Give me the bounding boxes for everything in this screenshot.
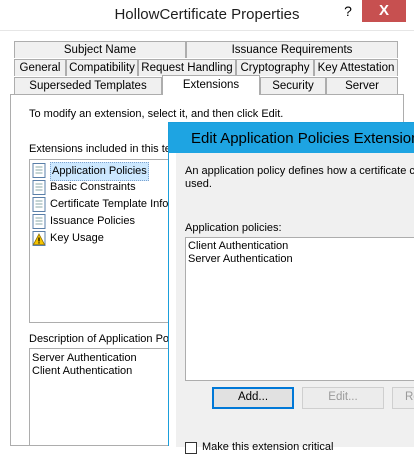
policy-item[interactable]: Server Authentication bbox=[188, 253, 293, 265]
tab-extensions[interactable]: Extensions bbox=[162, 75, 260, 95]
description-line: Server Authentication bbox=[32, 352, 137, 364]
edit-application-policies-dialog: Edit Application Policies Extension An a… bbox=[168, 122, 414, 454]
tab-superseded-templates[interactable]: Superseded Templates bbox=[14, 77, 162, 94]
dialog-title: Edit Application Policies Extension bbox=[191, 130, 414, 147]
dialog-description-line: An application policy defines how a cert… bbox=[185, 165, 414, 177]
warning-icon bbox=[32, 231, 46, 246]
close-button[interactable]: X bbox=[362, 0, 406, 22]
help-button[interactable]: ? bbox=[334, 0, 362, 22]
tab-key-attestation[interactable]: Key Attestation bbox=[314, 59, 398, 76]
tab-subject-name[interactable]: Subject Name bbox=[14, 41, 186, 58]
tab-server[interactable]: Server bbox=[326, 77, 398, 94]
edit-button[interactable]: Edit... bbox=[302, 387, 384, 409]
dialog-description-line: used. bbox=[185, 178, 212, 190]
dialog-body: An application policy defines how a cert… bbox=[176, 153, 414, 454]
add-button[interactable]: Add... bbox=[212, 387, 294, 409]
window-titlebar[interactable]: HollowCertificate Properties ? X bbox=[0, 0, 414, 31]
dialog-titlebar[interactable]: Edit Application Policies Extension bbox=[169, 123, 414, 153]
tab-issuance-requirements[interactable]: Issuance Requirements bbox=[186, 41, 398, 58]
tab-compatibility[interactable]: Compatibility bbox=[66, 59, 138, 76]
tab-cryptography[interactable]: Cryptography bbox=[236, 59, 314, 76]
description-line: Client Authentication bbox=[32, 365, 133, 377]
extension-item-label: Issuance Policies bbox=[50, 215, 135, 227]
document-icon bbox=[32, 163, 46, 178]
remove-button[interactable]: Re bbox=[392, 387, 414, 409]
tab-security[interactable]: Security bbox=[260, 77, 326, 94]
critical-checkbox[interactable] bbox=[185, 442, 197, 454]
application-policies-label: Application policies: bbox=[185, 222, 282, 234]
extension-item-label: Certificate Template Infor bbox=[50, 198, 173, 210]
extension-item-label: Key Usage bbox=[50, 232, 104, 244]
extensions-list-label: Extensions included in this te bbox=[29, 143, 171, 155]
application-policies-list[interactable]: Client Authentication Server Authenticat… bbox=[185, 237, 414, 381]
extension-item-label: Basic Constraints bbox=[50, 181, 136, 193]
instructions-text: To modify an extension, select it, and t… bbox=[29, 108, 284, 120]
description-label: Description of Application Pol bbox=[29, 333, 172, 345]
tab-request-handling[interactable]: Request Handling bbox=[138, 59, 236, 76]
document-icon bbox=[32, 214, 46, 229]
policy-item[interactable]: Client Authentication bbox=[188, 240, 288, 252]
critical-checkbox-label[interactable]: Make this extension critical bbox=[202, 441, 333, 453]
document-icon bbox=[32, 180, 46, 195]
description-box[interactable]: Server Authentication Client Authenticat… bbox=[29, 348, 179, 446]
document-icon bbox=[32, 197, 46, 212]
extensions-list[interactable]: Application Policies Basic Constraints C… bbox=[29, 159, 179, 323]
tab-general[interactable]: General bbox=[14, 59, 66, 76]
